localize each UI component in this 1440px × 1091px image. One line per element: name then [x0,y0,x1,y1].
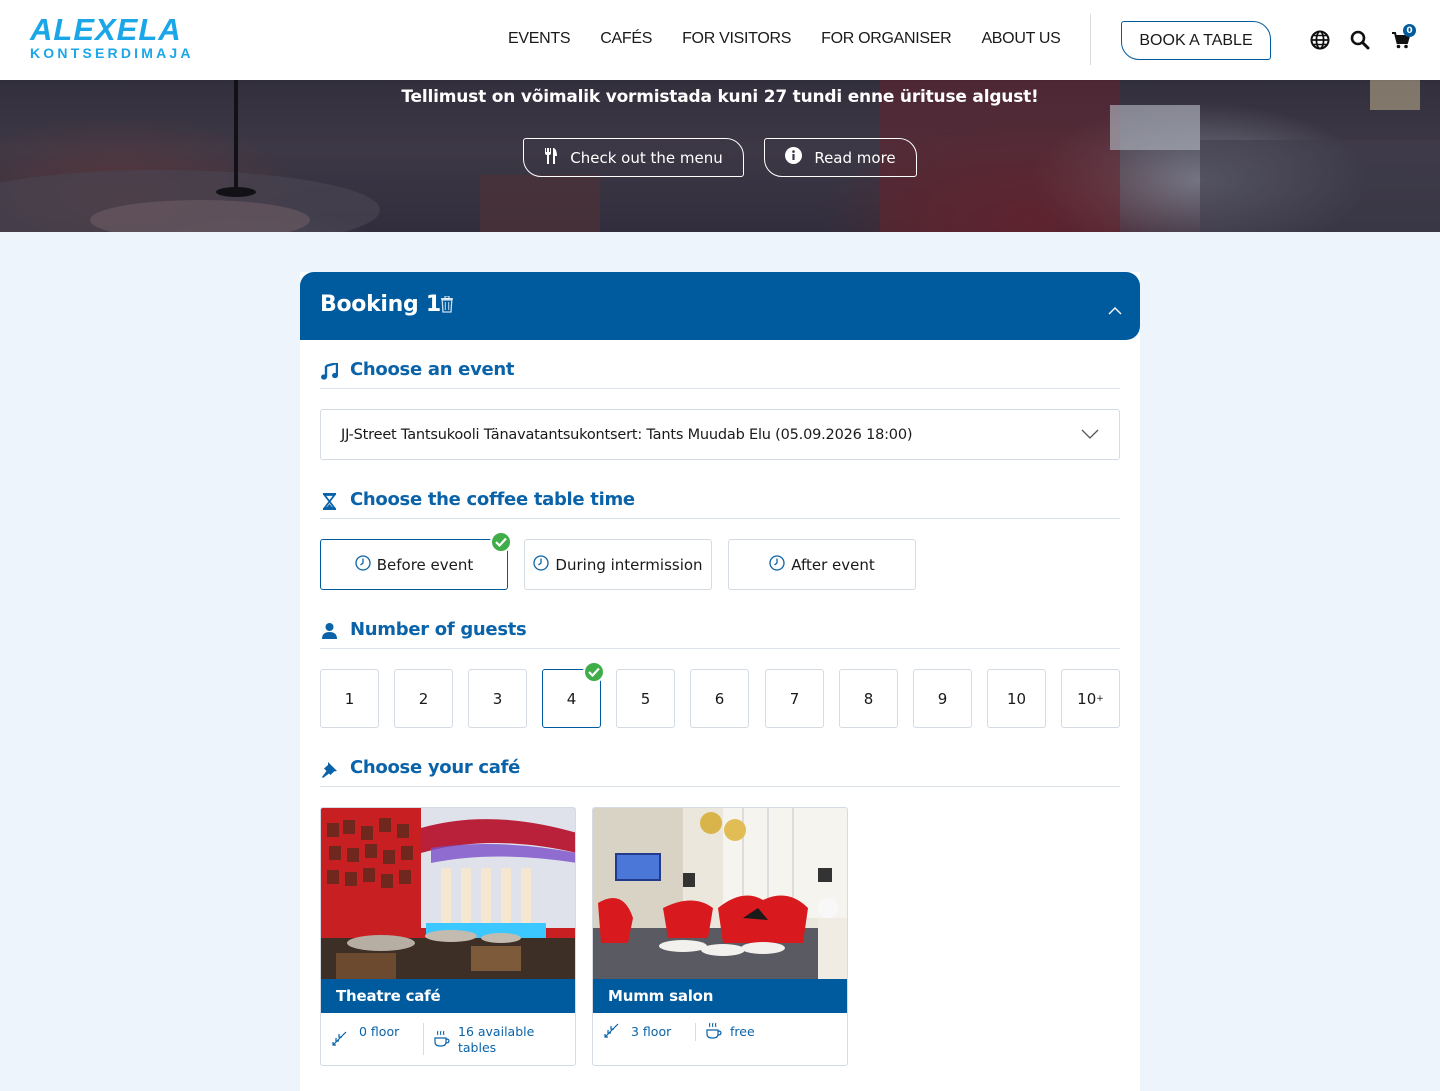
nav-for-organiser[interactable]: FOR ORGANISER [821,30,952,48]
event-select[interactable]: JJ-Street Tantsukooli Tänavatantsukontse… [320,409,1120,460]
cafe-tables: free [730,1024,755,1039]
guest-option-10[interactable]: 10 [987,669,1046,728]
cafe-section-header: Choose your café [320,757,1120,787]
guest-option-7[interactable]: 7 [765,669,824,728]
choose-time-section-header: Choose the coffee table time [320,489,1120,519]
chevron-down-icon [1081,427,1099,443]
booking-title: Booking 1 [320,292,441,317]
guest-option-2[interactable]: 2 [394,669,453,728]
music-note-icon [320,362,338,380]
clock-icon [769,554,785,575]
meta-divider [423,1023,424,1055]
guest-option-8[interactable]: 8 [839,669,898,728]
cafe-floor: 3 floor [631,1024,672,1039]
stairs-icon [331,1030,348,1051]
plus-superscript: + [1096,693,1104,704]
hourglass-icon [320,492,338,510]
check-icon [583,661,605,683]
info-icon [785,147,803,168]
book-a-table-button[interactable]: BOOK A TABLE [1121,21,1271,60]
hero-banner: Tellimust on võimalik vormistada kuni 27… [0,80,1440,232]
time-option-after-event[interactable]: After event [728,539,916,590]
nav-events[interactable]: EVENTS [508,30,571,48]
choose-event-title: Choose an event [350,359,515,380]
cart-count-badge: 0 [1403,24,1416,37]
pin-icon [320,760,338,778]
guest-option-6[interactable]: 6 [690,669,749,728]
read-more-button[interactable]: Read more [764,138,917,177]
clock-icon [533,554,550,575]
nav-divider [1090,14,1091,65]
mumm-salon-image [593,808,847,979]
guest-option-9[interactable]: 9 [913,669,972,728]
guests-title: Number of guests [350,619,527,640]
trash-icon[interactable] [440,295,454,317]
cafe-card-theatre[interactable]: Theatre café 0 floor 16 available tables [320,807,576,1066]
site-header: ALEXELA KONTSERDIMAJA EVENTS CAFÉS FOR V… [0,0,1440,80]
selected-event-text: JJ-Street Tantsukooli Tänavatantsukontse… [341,426,913,443]
logo-sub-text: KONTSERDIMAJA [30,45,194,61]
theatre-cafe-image [321,808,575,979]
coffee-icon [433,1030,450,1051]
coffee-icon [705,1022,722,1043]
read-more-label: Read more [814,148,896,167]
time-option-label: Before event [376,555,474,574]
guest-option-5[interactable]: 5 [616,669,675,728]
nav-about-us[interactable]: ABOUT US [981,30,1060,48]
chevron-up-icon[interactable] [1108,300,1122,319]
check-menu-button[interactable]: Check out the menu [523,138,744,177]
guest-option-label: 10 [1077,689,1097,708]
cutlery-icon [544,147,558,168]
time-option-before-event[interactable]: Before event [320,539,508,590]
stairs-icon [603,1022,620,1043]
choose-time-title: Choose the coffee table time [350,489,635,510]
clock-icon [355,554,371,575]
logo-main-text: ALEXELA [30,12,182,47]
time-option-label: After event [791,555,875,574]
time-option-label: During intermission [555,555,703,574]
order-deadline-notice: Tellimust on võimalik vormistada kuni 27… [401,87,1039,107]
site-logo[interactable]: ALEXELA KONTSERDIMAJA [30,12,194,61]
guest-option-3[interactable]: 3 [468,669,527,728]
cafe-floor: 0 floor [359,1024,400,1039]
cafe-tables: 16 available tables [458,1024,535,1055]
guests-section-header: Number of guests [320,619,1120,649]
cafe-card-mumm[interactable]: Mumm salon 3 floor free [592,807,848,1066]
person-icon [320,622,338,640]
booking-card-header[interactable]: Booking 1 [300,272,1140,340]
check-icon [490,531,512,553]
guest-option-10-plus[interactable]: 10 + [1061,669,1120,728]
guest-option-1[interactable]: 1 [320,669,379,728]
search-icon[interactable] [1349,29,1371,51]
nav-for-visitors[interactable]: FOR VISITORS [682,30,791,48]
cafe-title: Choose your café [350,757,521,778]
globe-icon[interactable] [1309,29,1331,51]
cafe-name: Mumm salon [593,979,847,1013]
cafe-name: Theatre café [321,979,575,1013]
main-nav: EVENTS CAFÉS FOR VISITORS FOR ORGANISER … [508,30,1091,48]
choose-event-section-header: Choose an event [320,359,1120,389]
meta-divider [695,1023,696,1041]
time-option-during-intermission[interactable]: During intermission [524,539,712,590]
nav-cafes[interactable]: CAFÉS [600,30,652,48]
check-menu-label: Check out the menu [570,148,723,167]
